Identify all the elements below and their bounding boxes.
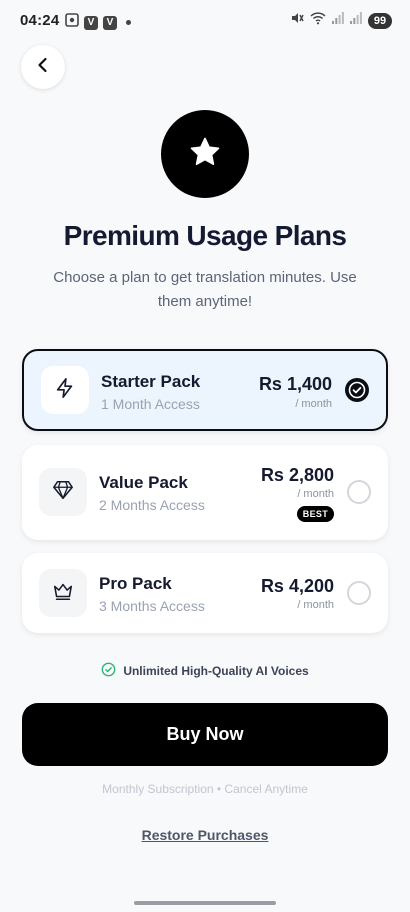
diamond-icon <box>52 479 74 506</box>
plan-name: Value Pack <box>99 473 188 492</box>
plan-radio-selected[interactable] <box>345 378 369 402</box>
plan-icon-box <box>39 468 87 516</box>
mute-icon <box>290 11 304 30</box>
plan-card-pro[interactable]: Pro Pack 3 Months Access Rs 4,200 / mont… <box>22 553 388 633</box>
status-right-icons: 99 <box>290 11 392 30</box>
plan-duration: 2 Months Access <box>99 497 205 513</box>
chevron-left-icon <box>34 56 52 79</box>
signal-icon <box>350 11 362 30</box>
screenshot-icon <box>65 13 79 32</box>
v-app-icon: V <box>84 15 98 30</box>
check-circle-icon <box>345 378 369 406</box>
home-indicator <box>134 901 276 905</box>
crown-icon <box>52 580 74 607</box>
battery-indicator: 99 <box>368 12 392 29</box>
plan-price: Rs 4,200 <box>260 576 334 596</box>
plan-name: Starter Pack <box>101 372 201 391</box>
plan-name: Pro Pack <box>99 574 172 593</box>
hero-badge <box>161 110 249 198</box>
dot-icon <box>126 20 131 25</box>
plan-radio[interactable] <box>347 480 371 504</box>
best-badge: BEST <box>296 506 334 522</box>
lightning-icon <box>54 377 76 404</box>
status-left-icons: V V <box>65 13 131 32</box>
page-title: Premium Usage Plans <box>63 220 347 251</box>
wifi-icon <box>310 11 326 30</box>
restore-purchases-link[interactable]: Restore Purchases <box>0 827 410 843</box>
plan-icon-box <box>39 569 87 617</box>
plan-icon-box <box>41 366 89 414</box>
subscription-note: Monthly Subscription • Cancel Anytime <box>102 782 308 796</box>
plan-radio[interactable] <box>347 581 371 605</box>
plan-period: / month <box>297 488 334 500</box>
plan-price: Rs 2,800 <box>260 465 334 485</box>
status-time: 04:24 <box>20 12 60 29</box>
v-app-icon: V <box>103 15 117 30</box>
plan-duration: 3 Months Access <box>99 598 205 614</box>
plan-duration: 1 Month Access <box>101 396 200 412</box>
feature-line: Unlimited High-Quality AI Voices <box>0 662 410 680</box>
star-icon <box>188 135 222 174</box>
plan-card-value[interactable]: Value Pack 2 Months Access Rs 2,800 / mo… <box>22 445 388 540</box>
back-button[interactable] <box>21 45 65 89</box>
plan-period: / month <box>297 599 334 611</box>
status-bar: 04:24 V V 99 <box>0 0 410 40</box>
plan-period: / month <box>295 398 332 410</box>
buy-now-button[interactable]: Buy Now <box>22 703 388 766</box>
page-subtitle: Choose a plan to get translation minutes… <box>53 269 357 310</box>
signal-icon <box>332 11 344 30</box>
plan-price: Rs 1,400 <box>258 374 332 394</box>
plan-card-starter[interactable]: Starter Pack 1 Month Access Rs 1,400 / m… <box>22 349 388 431</box>
feature-text: Unlimited High-Quality AI Voices <box>123 664 309 678</box>
check-circle-icon <box>101 662 116 680</box>
